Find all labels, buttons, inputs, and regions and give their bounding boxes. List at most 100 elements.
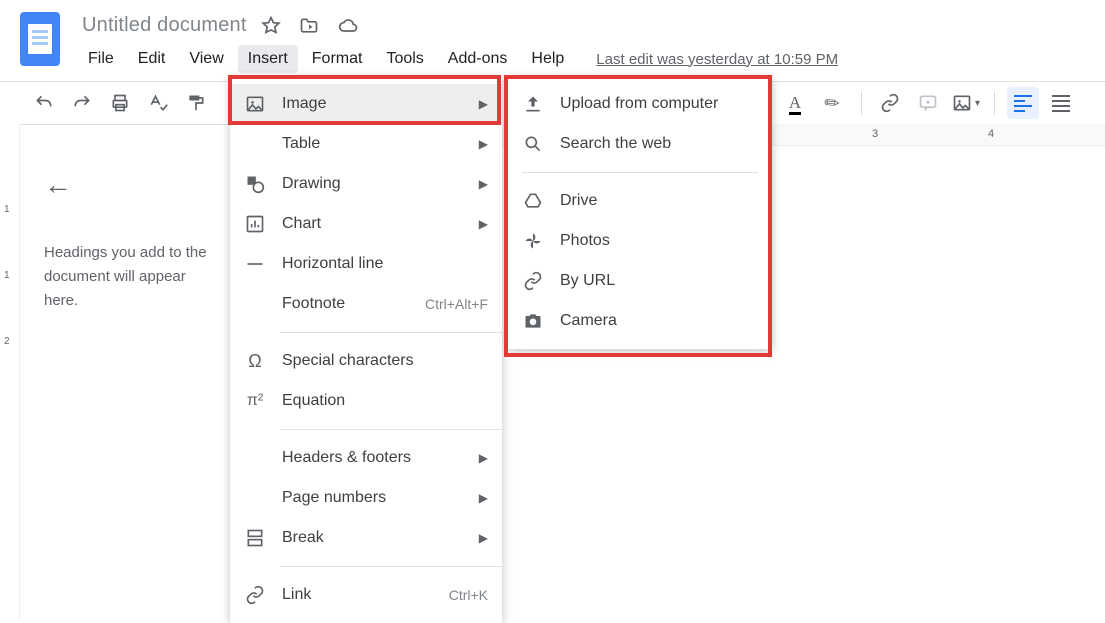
divider xyxy=(280,566,502,567)
chevron-right-icon: ▶ xyxy=(479,97,488,111)
insert-link-button[interactable] xyxy=(874,87,906,119)
v-ruler-tick: 1 xyxy=(4,270,19,281)
chart-icon xyxy=(244,214,266,234)
align-left-button[interactable] xyxy=(1007,87,1039,119)
menu-label: Drive xyxy=(560,192,758,210)
menu-label: Drawing xyxy=(282,175,463,193)
insert-page-numbers-item[interactable]: Page numbers ▶ xyxy=(230,478,502,518)
menu-label: Equation xyxy=(282,392,488,410)
menu-label: Break xyxy=(282,529,463,547)
menu-label: Link xyxy=(282,586,433,604)
insert-chart-item[interactable]: Chart ▶ xyxy=(230,204,502,244)
add-comment-button[interactable] xyxy=(912,87,944,119)
insert-table-item[interactable]: Table ▶ xyxy=(230,124,502,164)
horizontal-line-icon xyxy=(244,254,266,274)
ruler-number: 4 xyxy=(988,128,994,140)
image-icon xyxy=(244,94,266,114)
image-photos-item[interactable]: Photos xyxy=(508,221,772,261)
outline-panel: ← Headings you add to the document will … xyxy=(20,124,230,621)
chevron-right-icon: ▶ xyxy=(479,491,488,505)
camera-icon xyxy=(522,311,544,331)
menu-label: Special characters xyxy=(282,352,488,370)
separator xyxy=(861,91,862,115)
insert-link-item[interactable]: Link Ctrl+K xyxy=(230,575,502,615)
insert-equation-item[interactable]: π² Equation xyxy=(230,381,502,421)
menu-label: Image xyxy=(282,95,463,113)
chevron-right-icon: ▶ xyxy=(479,531,488,545)
menu-label: Page numbers xyxy=(282,489,463,507)
print-button[interactable] xyxy=(104,87,136,119)
image-search-web-item[interactable]: Search the web xyxy=(508,124,772,164)
insert-break-item[interactable]: Break ▶ xyxy=(230,518,502,558)
drawing-icon xyxy=(244,174,266,194)
insert-dropdown: Image ▶ Table ▶ Drawing ▶ Chart ▶ Horizo… xyxy=(230,76,502,623)
menu-shortcut: Ctrl+Alt+F xyxy=(425,296,488,312)
menu-tools[interactable]: Tools xyxy=(376,45,433,73)
undo-button[interactable] xyxy=(28,87,60,119)
redo-button[interactable] xyxy=(66,87,98,119)
menu-label: Horizontal line xyxy=(282,255,488,273)
chevron-right-icon: ▶ xyxy=(479,137,488,151)
menu-label: Search the web xyxy=(560,135,758,153)
insert-image-button[interactable]: ▾ xyxy=(950,87,982,119)
menu-label: Footnote xyxy=(282,295,409,313)
divider xyxy=(522,172,758,173)
vertical-ruler: 1 1 2 xyxy=(0,124,20,621)
menu-view[interactable]: View xyxy=(179,45,233,73)
move-icon[interactable] xyxy=(299,16,319,36)
image-camera-item[interactable]: Camera xyxy=(508,301,772,341)
image-drive-item[interactable]: Drive xyxy=(508,181,772,221)
menu-label: Headers & footers xyxy=(282,449,463,467)
spellcheck-button[interactable] xyxy=(142,87,174,119)
star-icon[interactable] xyxy=(261,16,281,36)
divider xyxy=(280,332,502,333)
menu-label: Table xyxy=(282,135,463,153)
menu-edit[interactable]: Edit xyxy=(128,45,176,73)
paint-format-button[interactable] xyxy=(180,87,212,119)
menu-file[interactable]: File xyxy=(78,45,124,73)
menu-help[interactable]: Help xyxy=(521,45,574,73)
upload-icon xyxy=(522,94,544,114)
menubar: File Edit View Insert Format Tools Add-o… xyxy=(70,39,1097,81)
highlight-color-button[interactable]: ✎ xyxy=(817,87,849,119)
image-submenu: Upload from computer Search the web Driv… xyxy=(508,76,772,349)
insert-footnote-item[interactable]: Footnote Ctrl+Alt+F xyxy=(230,284,502,324)
insert-drawing-item[interactable]: Drawing ▶ xyxy=(230,164,502,204)
doc-title[interactable]: Untitled document xyxy=(82,14,247,37)
image-upload-item[interactable]: Upload from computer xyxy=(508,84,772,124)
menu-label: Upload from computer xyxy=(560,95,758,113)
insert-image-item[interactable]: Image ▶ xyxy=(230,84,502,124)
v-ruler-tick: 1 xyxy=(4,204,19,215)
menu-insert[interactable]: Insert xyxy=(238,45,298,73)
link-icon xyxy=(522,271,544,291)
chevron-right-icon: ▶ xyxy=(479,451,488,465)
menu-label: By URL xyxy=(560,272,758,290)
align-justify-button[interactable] xyxy=(1045,87,1077,119)
cloud-status-icon[interactable] xyxy=(337,16,359,36)
insert-headers-footers-item[interactable]: Headers & footers ▶ xyxy=(230,438,502,478)
image-by-url-item[interactable]: By URL xyxy=(508,261,772,301)
link-icon xyxy=(244,585,266,605)
insert-hline-item[interactable]: Horizontal line xyxy=(230,244,502,284)
chevron-right-icon: ▶ xyxy=(479,177,488,191)
menu-format[interactable]: Format xyxy=(302,45,373,73)
ruler-number: 3 xyxy=(872,128,878,140)
menu-addons[interactable]: Add-ons xyxy=(438,45,518,73)
outline-hint: Headings you add to the document will ap… xyxy=(44,241,210,313)
menu-shortcut: Ctrl+K xyxy=(449,587,488,603)
menu-label: Chart xyxy=(282,215,463,233)
v-ruler-tick: 2 xyxy=(4,336,19,347)
docs-logo[interactable] xyxy=(20,12,60,66)
break-icon xyxy=(244,528,266,548)
last-edit-link[interactable]: Last edit was yesterday at 10:59 PM xyxy=(596,51,838,68)
insert-special-chars-item[interactable]: Ω Special characters xyxy=(230,341,502,381)
photos-icon xyxy=(522,231,544,251)
equation-icon: π² xyxy=(244,392,266,410)
omega-icon: Ω xyxy=(244,351,266,372)
drive-icon xyxy=(522,191,544,211)
menu-label: Photos xyxy=(560,232,758,250)
search-icon xyxy=(522,134,544,154)
menu-label: Camera xyxy=(560,312,758,330)
text-color-button[interactable]: A xyxy=(779,87,811,119)
outline-back-icon[interactable]: ← xyxy=(44,169,210,201)
